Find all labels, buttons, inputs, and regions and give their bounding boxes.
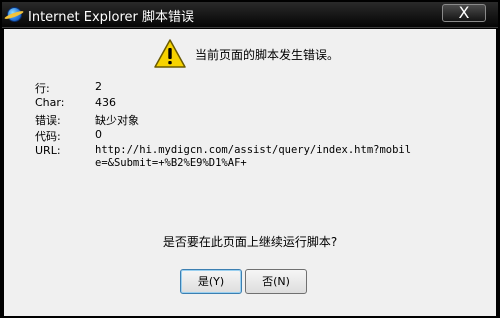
char-value: 436 bbox=[95, 96, 116, 109]
error-message: 当前页面的脚本发生错误。 bbox=[195, 48, 340, 62]
url-value: http://hi.mydigcn.com/assist/query/index… bbox=[95, 144, 412, 169]
dialog-body: 当前页面的脚本发生错误。 行: 2 Char: 436 错误: 缺少对象 代码:… bbox=[4, 29, 496, 316]
detail-row-code: 代码: 0 bbox=[35, 128, 475, 144]
title-bar[interactable]: Internet Explorer 脚本错误 X bbox=[2, 2, 498, 28]
detail-row-line: 行: 2 bbox=[35, 80, 475, 96]
close-icon: X bbox=[458, 3, 470, 22]
internet-explorer-icon bbox=[7, 7, 22, 22]
error-dialog-window: Internet Explorer 脚本错误 X 当前页面的脚本发生错误。 行:… bbox=[0, 0, 500, 318]
window-title: Internet Explorer 脚本错误 bbox=[28, 10, 195, 25]
detail-row-url: URL: http://hi.mydigcn.com/assist/query/… bbox=[35, 144, 475, 176]
error-value: 缺少对象 bbox=[95, 114, 139, 127]
code-value: 0 bbox=[95, 128, 102, 141]
error-label: 错误: bbox=[35, 114, 61, 127]
detail-row-char: Char: 436 bbox=[35, 96, 475, 112]
continue-question: 是否要在此页面上继续运行脚本? bbox=[162, 235, 338, 249]
error-details: 行: 2 Char: 436 错误: 缺少对象 代码: 0 URL: http:… bbox=[35, 80, 475, 176]
url-label: URL: bbox=[35, 144, 61, 157]
code-label: 代码: bbox=[35, 130, 61, 143]
line-value: 2 bbox=[95, 80, 102, 93]
close-button[interactable]: X bbox=[442, 3, 486, 22]
line-label: 行: bbox=[35, 82, 50, 95]
detail-row-error: 错误: 缺少对象 bbox=[35, 112, 475, 128]
warning-icon bbox=[154, 39, 186, 68]
no-button[interactable]: 否(N) bbox=[245, 269, 307, 294]
yes-button[interactable]: 是(Y) bbox=[180, 269, 242, 294]
char-label: Char: bbox=[35, 96, 65, 109]
